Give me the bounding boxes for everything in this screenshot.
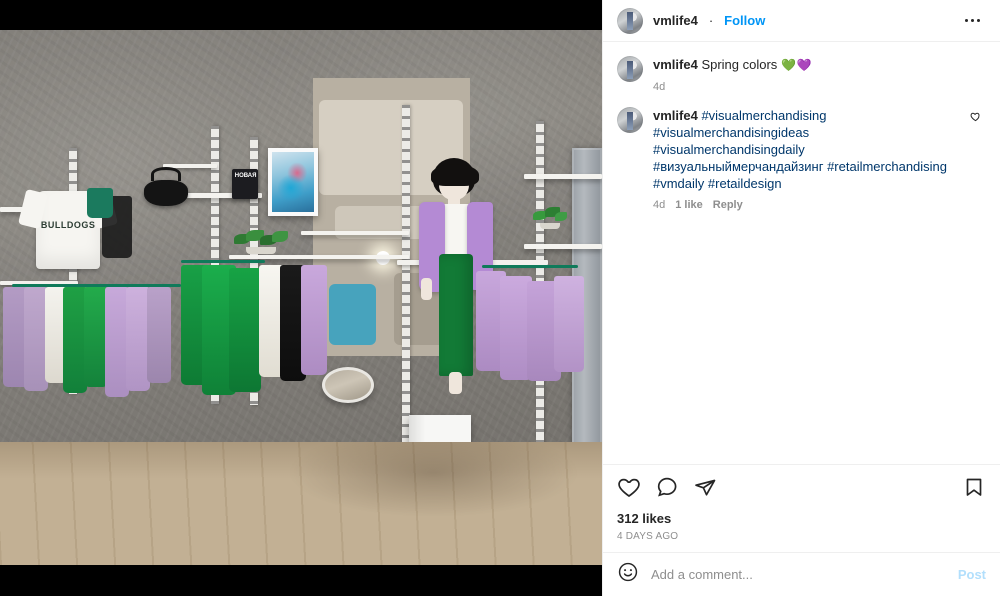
hanging-garment bbox=[301, 265, 327, 376]
comments-list: vmlife4 Spring colors 💚💜 4d vmlife4 #vis… bbox=[603, 42, 1000, 464]
caption-emojis: 💚💜 bbox=[780, 58, 813, 72]
post-comment-button[interactable]: Post bbox=[958, 567, 986, 582]
mannequin-arm bbox=[421, 278, 433, 301]
avatar[interactable] bbox=[617, 56, 643, 82]
shelf-plant bbox=[232, 228, 290, 254]
post-header: vmlife4 · Follow bbox=[603, 0, 1000, 42]
header-separator: · bbox=[708, 13, 714, 28]
wall-shelf bbox=[301, 230, 410, 235]
like-button[interactable] bbox=[617, 475, 641, 499]
more-options-icon[interactable] bbox=[959, 13, 986, 28]
hanging-garment bbox=[87, 187, 114, 218]
comment-reply-button[interactable]: Reply bbox=[713, 199, 743, 211]
instagram-post: НОВАЯ BULLDOGS vmlife4 · Follow vmlife4 … bbox=[0, 0, 1000, 596]
hanger-bar bbox=[481, 265, 578, 269]
save-button[interactable] bbox=[962, 475, 986, 499]
comment-icon bbox=[657, 477, 677, 497]
floor-mirror bbox=[322, 367, 375, 404]
mannequin-leg bbox=[449, 372, 463, 395]
artwork-image bbox=[271, 151, 314, 212]
tee-print-text: BULLDOGS bbox=[40, 220, 96, 231]
emoji-picker-button[interactable] bbox=[617, 561, 639, 588]
comment-input[interactable] bbox=[651, 567, 946, 582]
hanger-bar bbox=[180, 260, 265, 264]
caption-timestamp: 4d bbox=[653, 81, 666, 93]
handbag bbox=[144, 166, 189, 206]
avatar[interactable] bbox=[617, 7, 643, 34]
store-floor bbox=[0, 441, 602, 565]
shelf-plant bbox=[532, 206, 567, 229]
share-icon bbox=[695, 479, 716, 496]
bookmark-icon bbox=[966, 478, 982, 496]
hanging-garment bbox=[147, 286, 172, 383]
emoji-smiley-icon bbox=[618, 562, 638, 582]
caption-text: Spring colors bbox=[701, 57, 778, 72]
comment-hashtags[interactable]: #visualmerchandising #visualmerchandisin… bbox=[653, 108, 947, 191]
comment-like-button[interactable] bbox=[970, 107, 986, 211]
handbag-handle bbox=[151, 166, 182, 181]
likes-count[interactable]: 312 likes bbox=[617, 511, 986, 526]
hanging-garment bbox=[228, 268, 261, 393]
post-actions: 312 likes 4 DAYS AGO bbox=[603, 464, 1000, 542]
heart-icon bbox=[970, 112, 980, 122]
post-caption: vmlife4 Spring colors 💚💜 4d bbox=[617, 56, 986, 93]
promo-sign: НОВАЯ bbox=[231, 169, 258, 200]
heart-icon bbox=[618, 478, 640, 498]
mannequin-hair bbox=[431, 164, 480, 187]
comment-likes[interactable]: 1 like bbox=[675, 199, 703, 211]
post-media[interactable]: НОВАЯ BULLDOGS bbox=[0, 0, 602, 596]
header-username[interactable]: vmlife4 bbox=[653, 13, 698, 28]
framed-artwork bbox=[267, 147, 318, 216]
wall-shelf bbox=[523, 244, 602, 249]
comment-username[interactable]: vmlife4 bbox=[653, 108, 698, 123]
share-button[interactable] bbox=[693, 475, 717, 499]
wall-shelf bbox=[523, 174, 602, 180]
post-sidebar: vmlife4 · Follow vmlife4 Spring colors 💚… bbox=[602, 0, 1000, 596]
rack-upright bbox=[402, 104, 411, 458]
avatar[interactable] bbox=[617, 107, 643, 133]
comment-item: vmlife4 #visualmerchandising #visualmerc… bbox=[617, 107, 986, 211]
comment-button[interactable] bbox=[655, 475, 679, 499]
wall-shelf bbox=[228, 254, 410, 259]
promo-sign-text: НОВАЯ bbox=[234, 173, 257, 180]
follow-button[interactable]: Follow bbox=[724, 13, 765, 28]
store-photo: НОВАЯ BULLDOGS bbox=[0, 30, 602, 565]
posted-timestamp: 4 DAYS AGO bbox=[617, 531, 679, 542]
mannequin-pants bbox=[439, 254, 474, 377]
comment-timestamp: 4d bbox=[653, 199, 666, 211]
add-comment-bar: Post bbox=[603, 552, 1000, 596]
caption-username[interactable]: vmlife4 bbox=[653, 57, 698, 72]
hanging-garment bbox=[553, 276, 584, 373]
